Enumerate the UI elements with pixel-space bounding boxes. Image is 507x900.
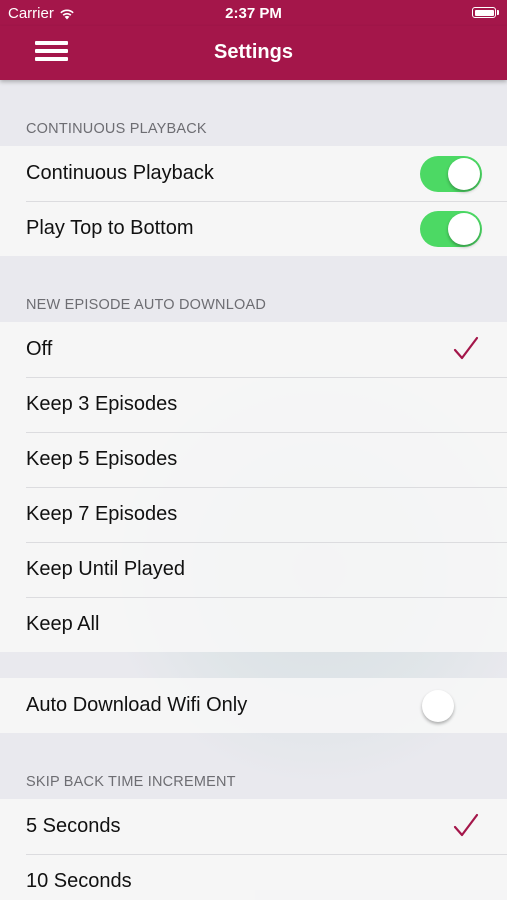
- row-keep-3-episodes[interactable]: Keep 3 Episodes: [0, 377, 507, 432]
- continuous-playback-toggle[interactable]: [420, 156, 482, 192]
- settings-list[interactable]: CONTINUOUS PLAYBACK Continuous Playback …: [0, 80, 507, 900]
- row-label: Keep Until Played: [26, 558, 185, 580]
- row-label: Keep 7 Episodes: [26, 503, 178, 525]
- row-label: Continuous Playback: [26, 162, 214, 184]
- row-label: Auto Download Wifi Only: [26, 694, 248, 716]
- page-title: Settings: [214, 41, 293, 63]
- row-label: Off: [26, 338, 53, 360]
- status-time: 2:37 PM: [225, 5, 282, 22]
- row-keep-all[interactable]: Keep All: [0, 597, 507, 652]
- section-header-auto-download: NEW EPISODE AUTO DOWNLOAD: [26, 297, 266, 313]
- battery-icon: [472, 7, 496, 18]
- navigation-bar: Settings: [0, 26, 507, 80]
- status-bar: Carrier 2:37 PM: [0, 0, 507, 26]
- row-auto-download-off[interactable]: Off: [0, 322, 507, 377]
- wifi-only-toggle[interactable]: [420, 688, 482, 724]
- row-10-seconds[interactable]: 10 Seconds: [0, 854, 507, 900]
- row-keep-7-episodes[interactable]: Keep 7 Episodes: [0, 487, 507, 542]
- row-label: Keep 5 Episodes: [26, 448, 178, 470]
- checkmark-icon: [453, 336, 479, 360]
- checkmark-icon: [453, 813, 479, 837]
- row-label: Play Top to Bottom: [26, 217, 194, 239]
- row-label: 5 Seconds: [26, 815, 121, 837]
- row-play-top-to-bottom[interactable]: Play Top to Bottom: [0, 201, 507, 256]
- row-label: Keep All: [26, 613, 100, 635]
- row-keep-until-played[interactable]: Keep Until Played: [0, 542, 507, 597]
- play-top-to-bottom-toggle[interactable]: [420, 211, 482, 247]
- battery-tip: [497, 10, 499, 15]
- row-label: 10 Seconds: [26, 870, 132, 892]
- row-continuous-playback[interactable]: Continuous Playback: [0, 146, 507, 201]
- row-keep-5-episodes[interactable]: Keep 5 Episodes: [0, 432, 507, 487]
- row-label: Keep 3 Episodes: [26, 393, 178, 415]
- section-header-skip-back: SKIP BACK TIME INCREMENT: [26, 774, 236, 790]
- row-5-seconds[interactable]: 5 Seconds: [0, 799, 507, 854]
- section-header-continuous-playback: CONTINUOUS PLAYBACK: [26, 121, 207, 137]
- row-auto-download-wifi-only[interactable]: Auto Download Wifi Only: [0, 678, 507, 733]
